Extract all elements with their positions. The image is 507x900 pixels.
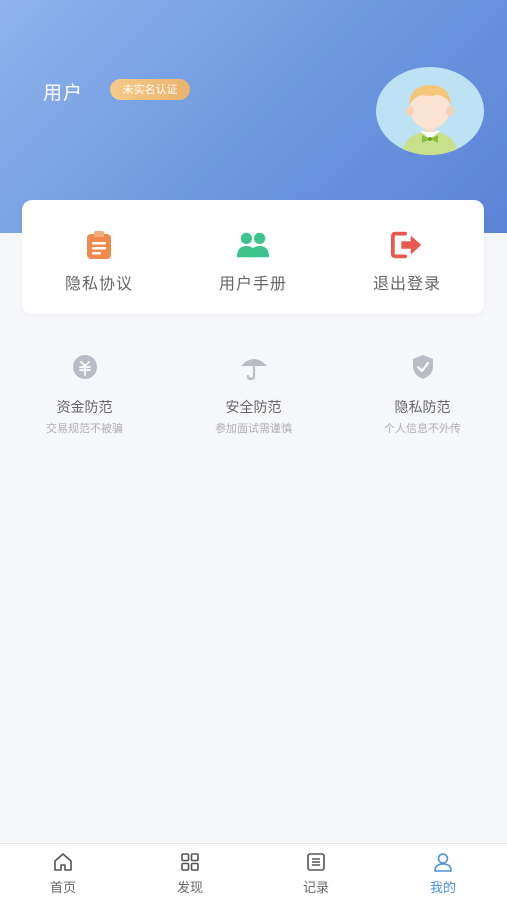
tip-privacy-subtitle: 个人信息不外传: [384, 422, 461, 435]
record-icon: [305, 851, 327, 873]
tip-funds: 资金防范 交易规范不被骗: [0, 350, 169, 440]
tab-record[interactable]: 记录: [253, 844, 379, 900]
tab-record-label: 记录: [302, 881, 329, 896]
clipboard-icon: [82, 228, 116, 262]
grid-icon: [179, 851, 201, 873]
tip-funds-subtitle: 交易规范不被骗: [46, 422, 123, 435]
username: 用户: [43, 82, 84, 104]
user-manual-button[interactable]: 用户手册: [176, 200, 330, 314]
tip-funds-title: 资金防范: [56, 400, 113, 416]
tip-safety-subtitle: 参加面试需谨慎: [215, 422, 292, 435]
user-manual-label: 用户手册: [218, 274, 287, 293]
logout-icon: [390, 228, 424, 262]
tab-discover[interactable]: 发现: [127, 844, 253, 900]
logout-label: 退出登录: [372, 274, 441, 293]
tab-home-label: 首页: [49, 881, 76, 896]
users-icon: [236, 228, 270, 262]
profile-header: 用户 未实名认证: [0, 0, 507, 233]
avatar[interactable]: [376, 67, 484, 155]
verify-badge[interactable]: 未实名认证: [110, 79, 190, 100]
user-icon: [432, 851, 454, 873]
tab-discover-label: 发现: [176, 881, 203, 896]
tab-home[interactable]: 首页: [0, 844, 126, 900]
privacy-agreement-button[interactable]: 隐私协议: [22, 200, 176, 314]
money-icon: [68, 350, 102, 384]
tip-privacy-title: 隐私防范: [394, 400, 451, 416]
bottom-tab-bar: 首页 发现 记录 我的: [0, 843, 507, 900]
privacy-agreement-label: 隐私协议: [64, 274, 133, 293]
shield-check-icon: [406, 350, 440, 384]
tip-privacy: 隐私防范 个人信息不外传: [338, 350, 507, 440]
tip-safety-title: 安全防范: [225, 400, 282, 416]
logout-button[interactable]: 退出登录: [330, 200, 484, 314]
avatar-illustration: [402, 85, 458, 155]
umbrella-icon: [237, 350, 271, 384]
tab-mine-label: 我的: [429, 881, 456, 896]
tab-mine[interactable]: 我的: [380, 844, 506, 900]
action-card: 隐私协议 用户手册 退出登录: [22, 200, 484, 314]
tip-safety: 安全防范 参加面试需谨慎: [169, 350, 338, 440]
home-icon: [52, 851, 74, 873]
